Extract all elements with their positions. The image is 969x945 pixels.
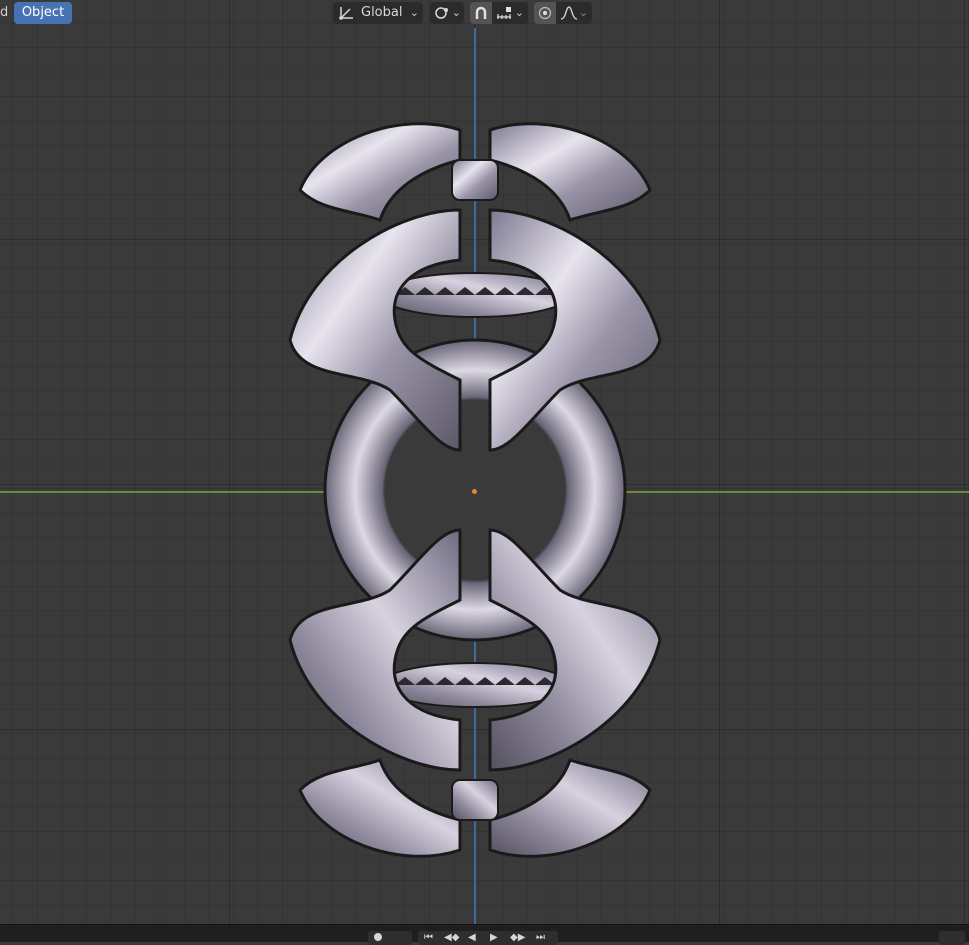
chevron-down-icon: ⌄: [578, 6, 588, 19]
transform-orientation-value: Global: [361, 5, 403, 20]
chevron-down-icon: ⌄: [514, 6, 524, 19]
snap-magnet-icon: [473, 5, 489, 29]
transform-orientation-icon: [338, 5, 356, 29]
keyframe-icon[interactable]: [374, 933, 382, 941]
chevron-down-icon: ⌄: [451, 6, 461, 19]
timeline-header: ⏮ ◀◆ ◀ ▶ ◆▶ ⏭: [0, 924, 969, 945]
transform-orientation-dropdown[interactable]: Global ⌄: [333, 2, 423, 24]
object-origin: [472, 489, 477, 494]
proportional-editing-icon: [538, 6, 552, 28]
chevron-down-icon: ⌄: [409, 6, 419, 19]
viewport-header: d Object Global ⌄ ⌄ ⌄ ⌄: [0, 0, 969, 28]
jump-end-icon[interactable]: ⏭: [536, 931, 545, 945]
snap-increment-icon: [496, 5, 514, 29]
pivot-point-icon: [434, 5, 452, 29]
prev-keyframe-icon[interactable]: ◀◆: [444, 931, 459, 945]
mode-menu-label[interactable]: d: [0, 2, 8, 24]
proportional-editing-controls: ⌄: [534, 2, 592, 24]
snap-toggle-button[interactable]: [470, 2, 492, 24]
play-reverse-icon[interactable]: ◀: [468, 931, 476, 945]
pivot-point-dropdown[interactable]: ⌄: [430, 2, 464, 24]
proportional-editing-toggle[interactable]: [534, 2, 556, 24]
falloff-curve-icon: [560, 5, 578, 29]
object-menu-button[interactable]: Object: [14, 2, 72, 24]
snap-target-dropdown[interactable]: ⌄: [494, 2, 526, 24]
playback-controls: ⏮ ◀◆ ◀ ▶ ◆▶ ⏭: [418, 931, 558, 945]
play-icon[interactable]: ▶: [490, 931, 498, 945]
next-keyframe-icon[interactable]: ◆▶: [510, 931, 525, 945]
timeline-corner-button[interactable]: [939, 931, 965, 945]
proportional-falloff-dropdown[interactable]: ⌄: [558, 2, 590, 24]
jump-start-icon[interactable]: ⏮: [424, 931, 433, 945]
snap-controls: ⌄: [470, 2, 528, 24]
3d-viewport[interactable]: [0, 0, 969, 941]
